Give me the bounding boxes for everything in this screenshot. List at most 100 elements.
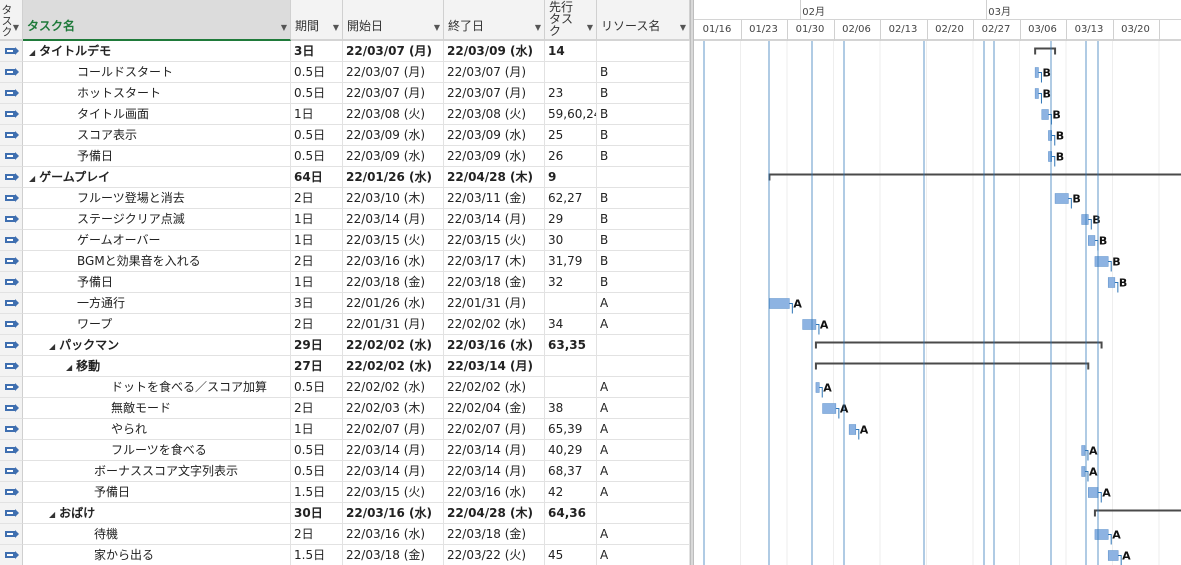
column-header-duration[interactable]: 期間 ▼ bbox=[291, 0, 343, 41]
task-name-cell[interactable]: ゲームオーバー bbox=[23, 230, 291, 251]
duration-cell[interactable]: 1.5日 bbox=[291, 545, 343, 565]
predecessors-cell[interactable]: 26 bbox=[545, 146, 597, 167]
column-header-start[interactable]: 開始日 ▼ bbox=[343, 0, 444, 41]
finish-date-cell[interactable]: 22/03/09 (水) bbox=[444, 125, 545, 146]
predecessors-cell[interactable]: 63,35 bbox=[545, 335, 597, 356]
task-row[interactable]: BGMと効果音を入れる 2日 22/03/16 (水) 22/03/17 (木) 31,… bbox=[0, 251, 690, 272]
task-row[interactable]: 予備日 0.5日 22/03/09 (水) 22/03/09 (水) 26 B bbox=[0, 146, 690, 167]
task-name-cell[interactable]: やられ bbox=[23, 419, 291, 440]
duration-cell[interactable]: 0.5日 bbox=[291, 83, 343, 104]
start-date-cell[interactable]: 22/02/02 (水) bbox=[343, 377, 444, 398]
predecessors-cell[interactable]: 38 bbox=[545, 398, 597, 419]
start-date-cell[interactable]: 22/03/08 (火) bbox=[343, 104, 444, 125]
duration-cell[interactable]: 2日 bbox=[291, 188, 343, 209]
task-mode-cell[interactable] bbox=[0, 314, 23, 335]
duration-cell[interactable]: 1日 bbox=[291, 272, 343, 293]
task-bar[interactable] bbox=[1107, 550, 1119, 561]
task-mode-cell[interactable] bbox=[0, 356, 23, 377]
predecessors-cell[interactable]: 30 bbox=[545, 230, 597, 251]
chevron-down-icon[interactable]: ▼ bbox=[434, 23, 440, 32]
resource-cell[interactable]: B bbox=[597, 188, 690, 209]
task-bar[interactable] bbox=[1034, 67, 1039, 78]
finish-date-cell[interactable]: 22/03/14 (月) bbox=[444, 440, 545, 461]
predecessors-cell[interactable]: 65,39 bbox=[545, 419, 597, 440]
task-name-cell[interactable]: BGMと効果音を入れる bbox=[23, 251, 291, 272]
start-date-cell[interactable]: 22/03/09 (水) bbox=[343, 146, 444, 167]
task-name-cell[interactable]: ボーナススコア文字列表示 bbox=[23, 461, 291, 482]
predecessors-cell[interactable] bbox=[545, 293, 597, 314]
duration-cell[interactable]: 2日 bbox=[291, 398, 343, 419]
task-mode-cell[interactable] bbox=[0, 41, 23, 62]
task-name-cell[interactable]: ホットスタート bbox=[23, 83, 291, 104]
task-row[interactable]: スコア表示 0.5日 22/03/09 (水) 22/03/09 (水) 25 B bbox=[0, 125, 690, 146]
chevron-down-icon[interactable]: ▼ bbox=[587, 23, 593, 32]
finish-date-cell[interactable]: 22/03/07 (月) bbox=[444, 83, 545, 104]
resource-cell[interactable]: B bbox=[597, 251, 690, 272]
finish-date-cell[interactable]: 22/04/28 (木) bbox=[444, 503, 545, 524]
task-name-cell[interactable]: ◢ 移動 bbox=[23, 356, 291, 377]
finish-date-cell[interactable]: 22/03/22 (火) bbox=[444, 545, 545, 565]
predecessors-cell[interactable]: 68,37 bbox=[545, 461, 597, 482]
predecessors-cell[interactable]: 32 bbox=[545, 272, 597, 293]
duration-cell[interactable]: 3日 bbox=[291, 293, 343, 314]
start-date-cell[interactable]: 22/03/09 (水) bbox=[343, 125, 444, 146]
task-bar[interactable] bbox=[848, 424, 857, 435]
finish-date-cell[interactable]: 22/03/16 (水) bbox=[444, 482, 545, 503]
task-name-cell[interactable]: 予備日 bbox=[23, 482, 291, 503]
predecessors-cell[interactable]: 45 bbox=[545, 545, 597, 565]
resource-cell[interactable]: A bbox=[597, 314, 690, 335]
finish-date-cell[interactable]: 22/03/11 (金) bbox=[444, 188, 545, 209]
task-name-cell[interactable]: ◢ タイトルデモ bbox=[23, 41, 291, 62]
duration-cell[interactable]: 0.5日 bbox=[291, 461, 343, 482]
predecessors-cell[interactable] bbox=[545, 356, 597, 377]
column-header-task-mode[interactable]: タスク ▼ bbox=[0, 0, 23, 41]
duration-cell[interactable]: 1日 bbox=[291, 104, 343, 125]
finish-date-cell[interactable]: 22/03/18 (金) bbox=[444, 524, 545, 545]
resource-cell[interactable] bbox=[597, 41, 690, 62]
start-date-cell[interactable]: 22/03/14 (月) bbox=[343, 209, 444, 230]
task-row[interactable]: ◢ パックマン 29日 22/02/02 (水) 22/03/16 (水) 63,35 bbox=[0, 335, 690, 356]
duration-cell[interactable]: 1日 bbox=[291, 230, 343, 251]
duration-cell[interactable]: 0.5日 bbox=[291, 62, 343, 83]
task-row[interactable]: 予備日 1日 22/03/18 (金) 22/03/18 (金) 32 B bbox=[0, 272, 690, 293]
finish-date-cell[interactable]: 22/03/15 (火) bbox=[444, 230, 545, 251]
task-bar[interactable] bbox=[815, 382, 820, 393]
task-bar[interactable] bbox=[769, 298, 790, 309]
task-row[interactable]: 無敵モード 2日 22/02/03 (木) 22/02/04 (金) 38 A bbox=[0, 398, 690, 419]
duration-cell[interactable]: 0.5日 bbox=[291, 377, 343, 398]
task-name-cell[interactable]: フルーツ登場と消去 bbox=[23, 188, 291, 209]
task-row[interactable]: フルーツ登場と消去 2日 22/03/10 (木) 22/03/11 (金) 62,27… bbox=[0, 188, 690, 209]
finish-date-cell[interactable]: 22/01/31 (月) bbox=[444, 293, 545, 314]
task-bar[interactable] bbox=[1041, 109, 1049, 120]
resource-cell[interactable]: A bbox=[597, 482, 690, 503]
start-date-cell[interactable]: 22/03/10 (木) bbox=[343, 188, 444, 209]
resource-cell[interactable]: A bbox=[597, 461, 690, 482]
task-mode-cell[interactable] bbox=[0, 545, 23, 565]
task-mode-cell[interactable] bbox=[0, 167, 23, 188]
task-row[interactable]: ◢ タイトルデモ 3日 22/03/07 (月) 22/03/09 (水) 14 bbox=[0, 41, 690, 62]
task-name-cell[interactable]: 無敵モード bbox=[23, 398, 291, 419]
start-date-cell[interactable]: 22/02/02 (水) bbox=[343, 335, 444, 356]
task-row[interactable]: ◢ ゲームプレイ 64日 22/01/26 (水) 22/04/28 (木) 9 bbox=[0, 167, 690, 188]
finish-date-cell[interactable]: 22/02/04 (金) bbox=[444, 398, 545, 419]
column-header-finish[interactable]: 終了日 ▼ bbox=[444, 0, 545, 41]
task-mode-cell[interactable] bbox=[0, 209, 23, 230]
chevron-down-icon[interactable]: ▼ bbox=[680, 23, 686, 32]
finish-date-cell[interactable]: 22/03/08 (火) bbox=[444, 104, 545, 125]
column-header-task-name[interactable]: タスク名 ▼ bbox=[23, 0, 291, 41]
task-row[interactable]: 予備日 1.5日 22/03/15 (火) 22/03/16 (水) 42 A bbox=[0, 482, 690, 503]
duration-cell[interactable]: 30日 bbox=[291, 503, 343, 524]
resource-cell[interactable] bbox=[597, 335, 690, 356]
finish-date-cell[interactable]: 22/04/28 (木) bbox=[444, 167, 545, 188]
chevron-down-icon[interactable]: ▼ bbox=[281, 23, 287, 32]
finish-date-cell[interactable]: 22/02/02 (水) bbox=[444, 377, 545, 398]
start-date-cell[interactable]: 22/03/18 (金) bbox=[343, 545, 444, 565]
task-bar[interactable] bbox=[1034, 88, 1039, 99]
task-mode-cell[interactable] bbox=[0, 251, 23, 272]
predecessors-cell[interactable] bbox=[545, 524, 597, 545]
task-mode-cell[interactable] bbox=[0, 440, 23, 461]
resource-cell[interactable] bbox=[597, 167, 690, 188]
finish-date-cell[interactable]: 22/03/09 (水) bbox=[444, 41, 545, 62]
task-name-cell[interactable]: タイトル画面 bbox=[23, 104, 291, 125]
resource-cell[interactable] bbox=[597, 356, 690, 377]
